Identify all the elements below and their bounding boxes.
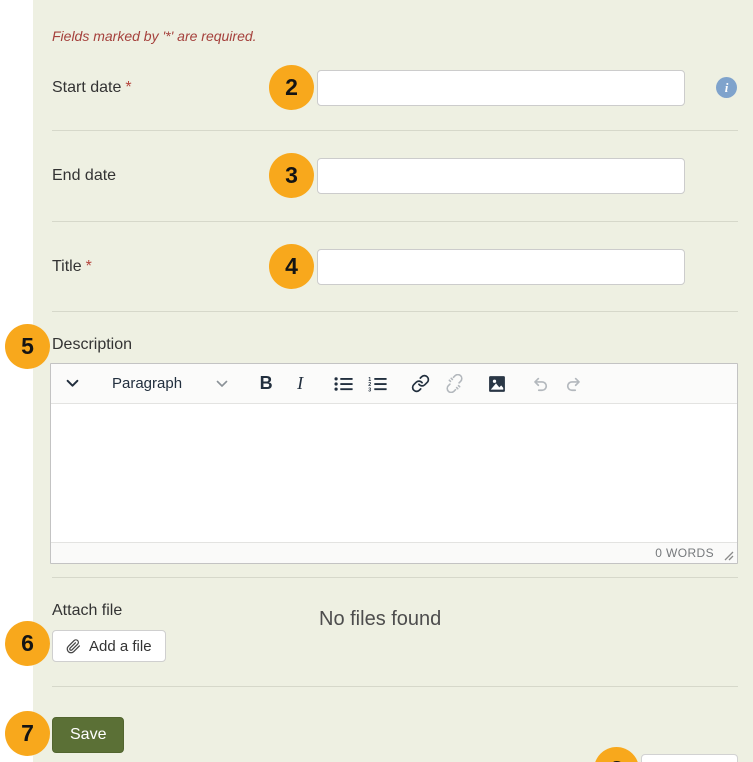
start-date-input[interactable] [317, 70, 685, 106]
save-button[interactable]: Save [52, 717, 124, 753]
svg-text:3: 3 [368, 387, 371, 392]
form-row-start-date: Start date* 2 i [52, 46, 738, 131]
end-date-label: End date [52, 167, 269, 185]
cancel-button[interactable]: Cancel [641, 754, 738, 762]
form-panel: Fields marked by '*' are required. Start… [33, 0, 753, 762]
description-editor-content[interactable] [51, 404, 737, 542]
word-count: 0 WORDS [655, 546, 714, 560]
required-asterisk: * [86, 258, 92, 275]
step-badge-4: 4 [269, 244, 314, 289]
paperclip-icon [66, 639, 81, 654]
undo-icon[interactable] [523, 367, 557, 401]
redo-icon[interactable] [557, 367, 591, 401]
chevron-down-icon [216, 380, 228, 388]
format-select[interactable]: Paragraph [98, 367, 240, 401]
add-file-button-label: Add a file [89, 638, 152, 655]
editor-statusbar: 0 WORDS [51, 542, 737, 563]
required-asterisk: * [125, 79, 131, 96]
add-file-button[interactable]: Add a file [52, 630, 166, 662]
save-section: 7 Save [52, 687, 738, 753]
form-content: Fields marked by '*' are required. Start… [33, 0, 753, 762]
bullet-list-icon[interactable] [326, 367, 360, 401]
form-row-end-date: End date 3 [52, 131, 738, 222]
required-fields-note: Fields marked by '*' are required. [52, 0, 738, 46]
description-section: 5 Description Paragraph [52, 312, 738, 578]
italic-icon[interactable]: I [283, 367, 317, 401]
step-badge-5: 5 [5, 324, 50, 369]
step-badge-6: 6 [5, 621, 50, 666]
description-label: Description [52, 336, 738, 354]
end-date-input[interactable] [317, 158, 685, 194]
no-files-message: No files found [319, 602, 441, 662]
insert-image-icon[interactable] [480, 367, 514, 401]
editor-toolbar: Paragraph B I [51, 364, 737, 404]
insert-link-icon[interactable] [403, 367, 437, 401]
start-date-label: Start date* [52, 79, 269, 97]
info-icon[interactable]: i [716, 77, 737, 98]
resize-handle-icon[interactable] [724, 551, 734, 561]
numbered-list-icon[interactable]: 123 [360, 367, 394, 401]
toolbar-expand-chevron-icon[interactable] [55, 367, 89, 401]
attach-file-section: 6 Attach file Add a file No files found [52, 578, 738, 687]
format-select-value: Paragraph [112, 375, 182, 392]
form-row-title: Title* 4 [52, 222, 738, 312]
step-badge-3: 3 [269, 153, 314, 198]
step-badge-2: 2 [269, 65, 314, 110]
remove-link-icon[interactable] [437, 367, 471, 401]
rich-text-editor: Paragraph B I [50, 363, 738, 564]
bold-icon[interactable]: B [249, 367, 283, 401]
title-input[interactable] [317, 249, 685, 285]
cancel-section: 8 Cancel [52, 754, 738, 762]
title-label: Title* [52, 258, 269, 276]
attach-file-label: Attach file [52, 602, 319, 620]
step-badge-7: 7 [5, 711, 50, 756]
